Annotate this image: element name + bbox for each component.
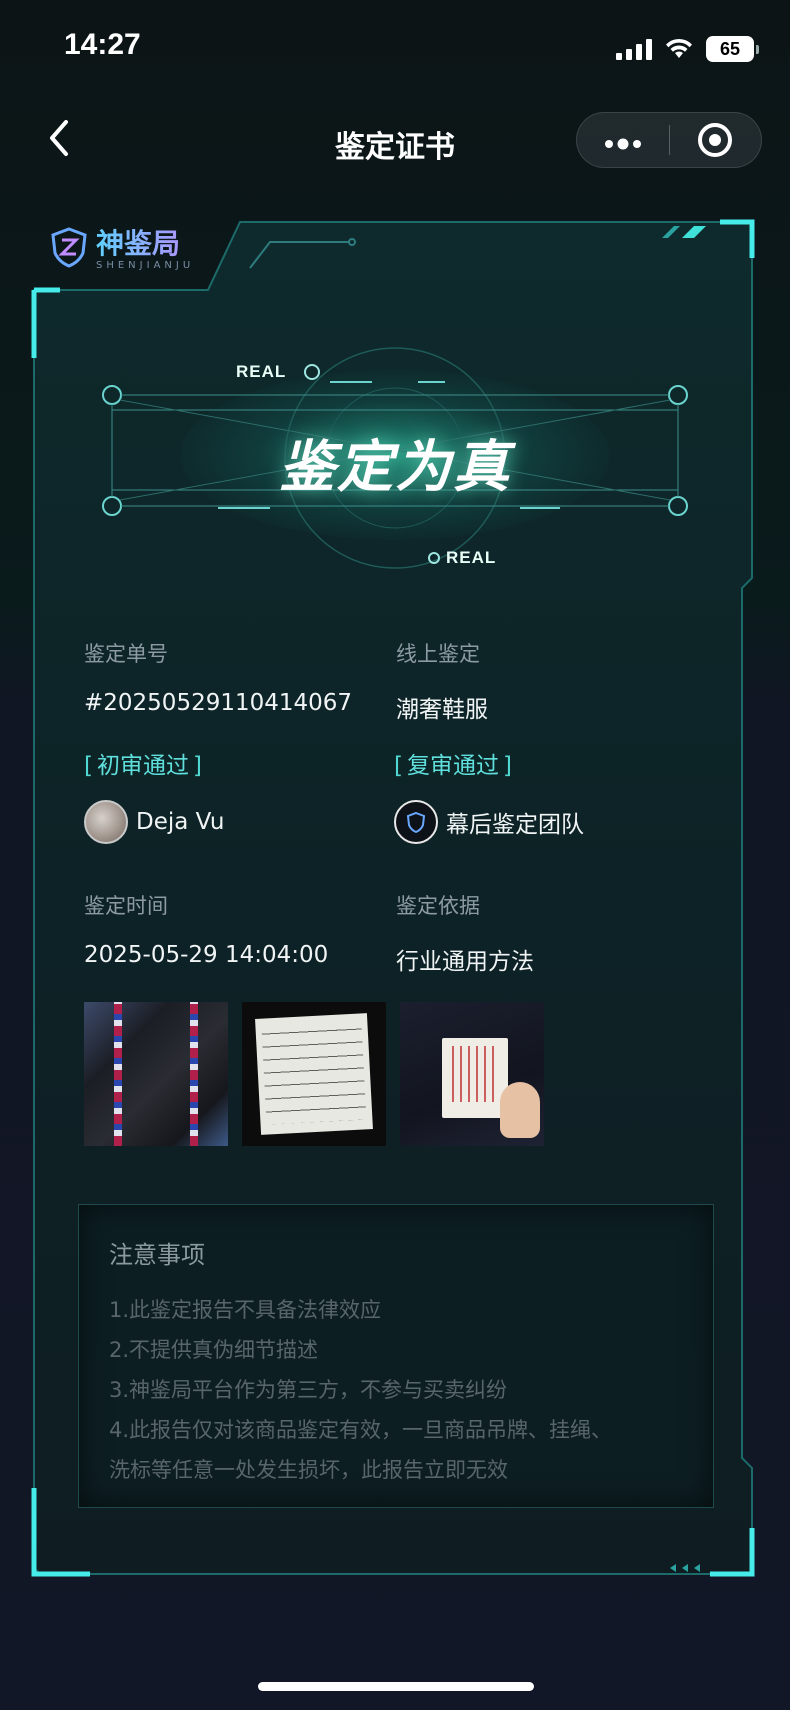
nav-bar: 鉴定证书 <box>0 100 790 180</box>
time-value: 2025-05-29 14:04:00 <box>84 942 329 968</box>
first-reviewer[interactable]: Deja Vu <box>84 800 224 844</box>
brand-logo: 神鉴局 SHENJIANJU <box>48 222 194 271</box>
category-value: 潮奢鞋服 <box>396 697 488 723</box>
second-review-text: 复审通过 <box>406 753 499 779</box>
avatar <box>394 800 438 844</box>
notice-item: 4.此报告仅对该商品鉴定有效，一旦商品吊牌、挂绳、 <box>109 1418 613 1442</box>
champion-tag-photo[interactable] <box>400 1002 544 1146</box>
category-label: 线上鉴定 <box>396 642 480 666</box>
more-dots-icon <box>604 138 641 149</box>
status-time: 14:27 <box>64 28 141 61</box>
second-reviewer[interactable]: 幕后鉴定团队 <box>394 800 584 844</box>
notice-title: 注意事项 <box>109 1241 205 1269</box>
close-button[interactable] <box>670 123 762 157</box>
notice-item: 1.此鉴定报告不具备法律效应 <box>109 1298 382 1322</box>
first-review-text: 初审通过 <box>96 753 189 779</box>
real-tag-bottom: REAL <box>446 548 497 567</box>
close-circle-icon <box>698 123 733 157</box>
brand-name: 神鉴局 <box>96 222 194 262</box>
time-block: 鉴定时间 2025-05-29 14:04:00 <box>84 890 328 968</box>
order-number-label: 鉴定单号 <box>84 642 168 666</box>
notice-item: 洗标等任意一处发生损坏，此报告立即无效 <box>109 1458 508 1482</box>
second-review-badge: [复审通过] <box>394 753 512 779</box>
second-review-block: [复审通过] 幕后鉴定团队 <box>394 746 584 844</box>
basis-block: 鉴定依据 行业通用方法 <box>396 890 534 976</box>
basis-label: 鉴定依据 <box>396 894 480 918</box>
status-icons: 65 <box>616 36 759 62</box>
brand-subtitle: SHENJIANJU <box>96 260 195 271</box>
order-number-value[interactable]: #20250529110414067 <box>84 690 352 716</box>
care-label-photo[interactable] <box>242 1002 386 1146</box>
home-indicator[interactable] <box>258 1682 534 1691</box>
verdict-hero: REAL 鉴定为真 REAL <box>100 340 690 580</box>
notice-item: 3.神鉴局平台作为第三方，不参与买卖纠纷 <box>109 1378 508 1402</box>
notice-item: 2.不提供真伪细节描述 <box>109 1338 319 1362</box>
first-reviewer-name: Deja Vu <box>136 809 225 835</box>
order-number-block: 鉴定单号 #20250529110414067 <box>84 638 352 716</box>
wifi-icon <box>666 38 692 58</box>
more-button[interactable] <box>577 123 669 158</box>
status-bar: 14:27 65 <box>0 0 790 100</box>
notice-box: 注意事项 1.此鉴定报告不具备法律效应 2.不提供真伪细节描述 3.神鉴局平台作… <box>78 1204 714 1508</box>
mini-program-capsule <box>576 112 762 168</box>
battery-icon: 65 <box>706 36 759 62</box>
shield-logo-icon <box>51 226 87 268</box>
first-review-block: [初审通过] Deja Vu <box>84 746 224 844</box>
basis-value: 行业通用方法 <box>396 949 534 975</box>
real-tag-top: REAL <box>236 362 287 381</box>
verdict-title: 鉴定为真 <box>279 435 511 500</box>
avatar <box>84 800 128 844</box>
signal-icon <box>616 38 652 60</box>
second-reviewer-name: 幕后鉴定团队 <box>446 812 584 838</box>
time-label: 鉴定时间 <box>84 894 168 918</box>
category-block: 线上鉴定 潮奢鞋服 <box>396 638 488 724</box>
evidence-photos <box>84 1002 544 1146</box>
first-review-badge: [初审通过] <box>84 753 202 779</box>
team-logo-icon <box>406 811 426 833</box>
jacket-photo[interactable] <box>84 1002 228 1146</box>
